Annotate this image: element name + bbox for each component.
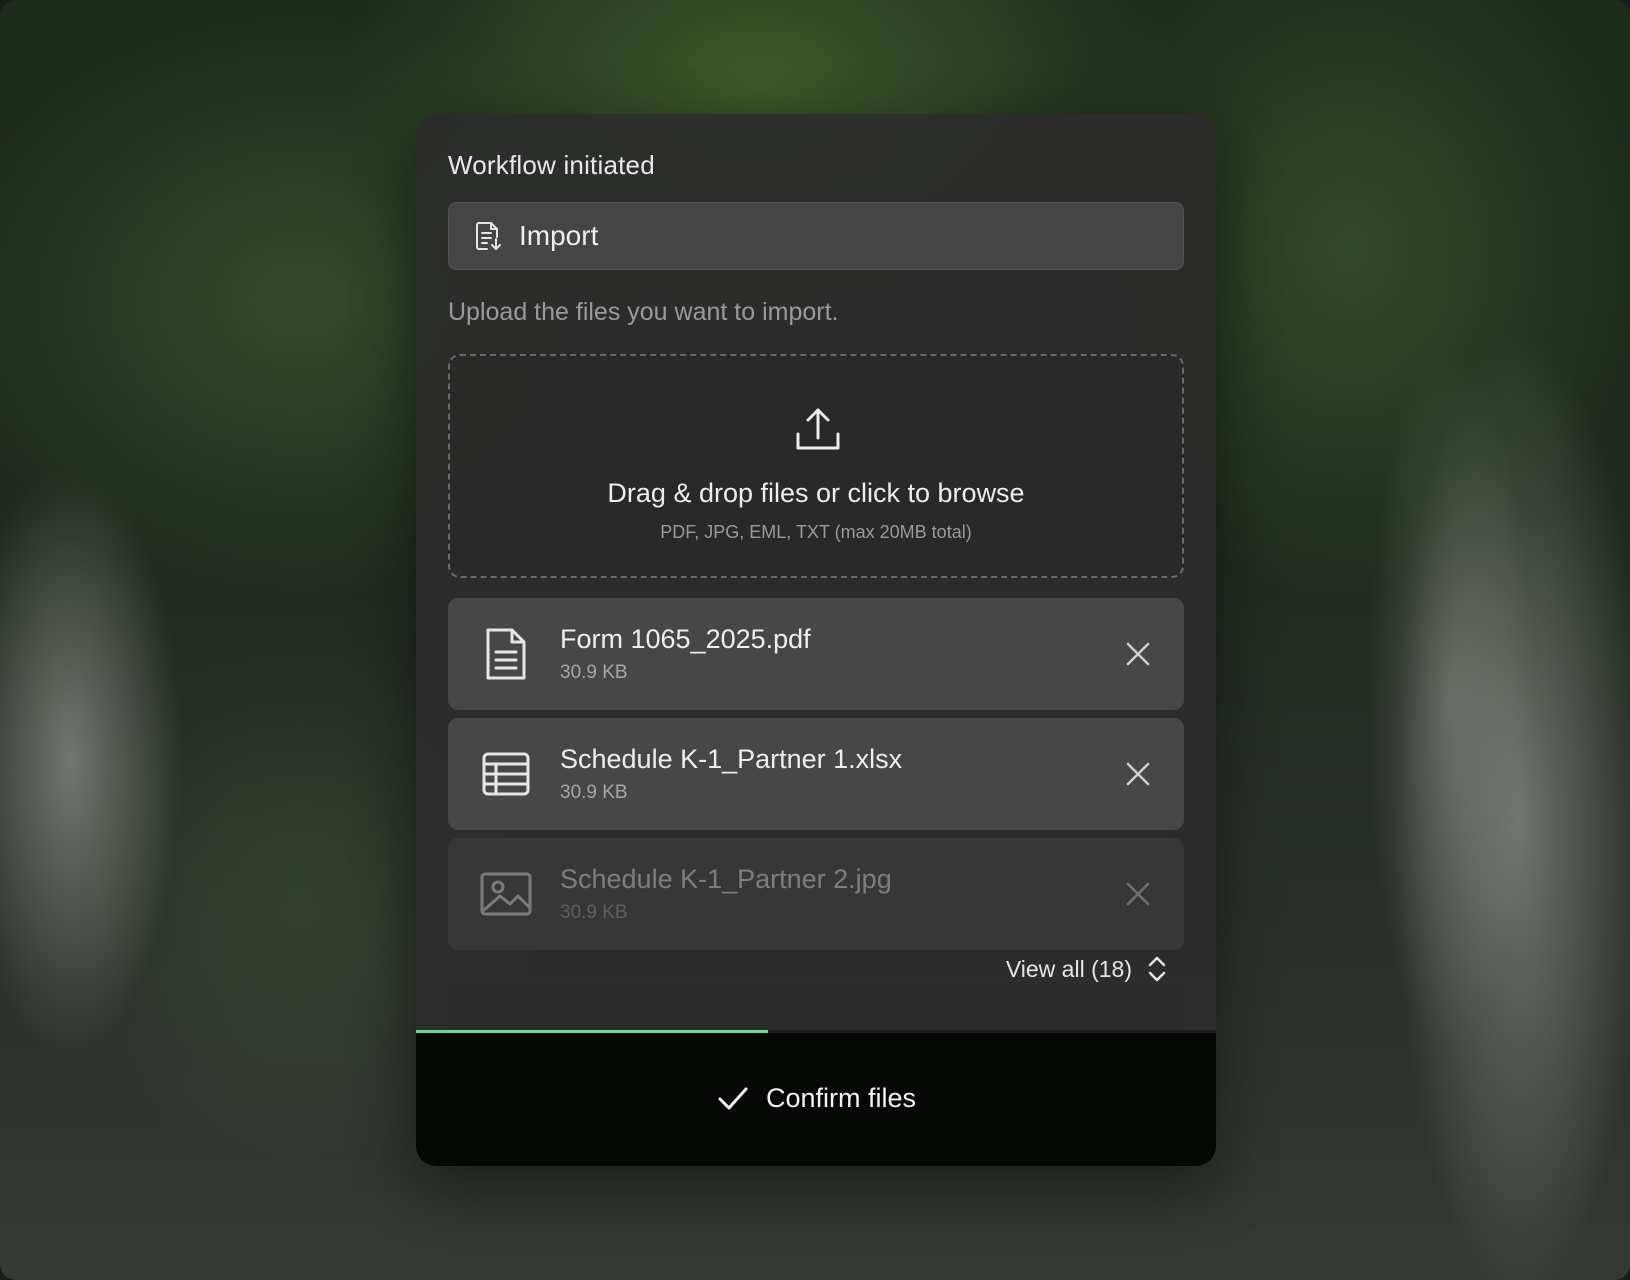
view-all-label: View all (18) [1005,955,1132,982]
file-dropzone[interactable]: Drag & drop files or click to browse PDF… [448,354,1184,578]
file-item: Schedule K-1_Partner 2.jpg 30.9 KB [448,838,1184,950]
file-name: Schedule K-1_Partner 1.xlsx [560,744,903,774]
image-icon [480,872,532,916]
spreadsheet-icon [482,752,530,796]
workflow-modal: Workflow initiated Import Upload the fil… [416,114,1216,1166]
modal-footer: Confirm files [416,1030,1216,1166]
remove-file-close-icon[interactable] [1122,878,1154,910]
upload-icon [796,408,840,450]
document-icon [486,628,526,680]
file-name: Schedule K-1_Partner 2.jpg [560,864,892,894]
dropzone-subtitle: PDF, JPG, EML, TXT (max 20MB total) [660,522,972,542]
view-all-button[interactable]: View all (18) [1006,954,1168,984]
import-step-label: Import [519,220,599,251]
chevron-up-down-icon [1148,956,1166,982]
file-item: Form 1065_2025.pdf 30.9 KB [448,598,1184,710]
file-name: Form 1065_2025.pdf [560,624,811,654]
file-size: 30.9 KB [560,782,628,803]
file-size: 30.9 KB [560,902,628,923]
file-size: 30.9 KB [560,662,628,683]
modal-title: Workflow initiated [448,150,655,180]
document-import-icon [471,219,505,253]
checkmark-icon [718,1087,748,1110]
file-item: Schedule K-1_Partner 1.xlsx 30.9 KB [448,718,1184,830]
confirm-files-button[interactable]: Confirm files [416,1030,1216,1166]
confirm-files-label: Confirm files [765,1082,917,1113]
helper-text: Upload the files you want to import. [448,298,839,326]
remove-file-close-icon[interactable] [1122,758,1154,790]
remove-file-close-icon[interactable] [1122,638,1154,670]
import-step-bar: Import [448,202,1184,270]
dropzone-title: Drag & drop files or click to browse [607,478,1025,508]
